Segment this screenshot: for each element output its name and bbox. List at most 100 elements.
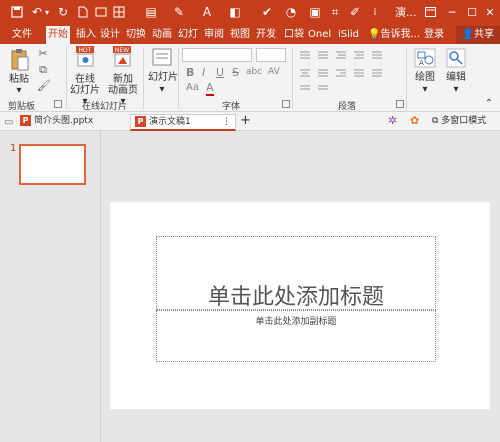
- multi-window-icon: ⧉: [432, 116, 442, 126]
- slide-layout-icon[interactable]: [152, 48, 172, 69]
- new-slide-icon[interactable]: [92, 3, 110, 21]
- shapes-icon[interactable]: ◧: [226, 3, 244, 21]
- separator: [66, 47, 67, 109]
- tab-home[interactable]: 开始: [46, 26, 70, 44]
- tab-pocket[interactable]: 口袋: [282, 26, 306, 44]
- online-slides-group-label: 在线幻灯片: [82, 102, 128, 112]
- paste-dropdown-icon[interactable]: ▾: [14, 85, 24, 96]
- slide-number: 1: [10, 143, 17, 154]
- window-icon[interactable]: ▣: [306, 3, 324, 21]
- italic-button[interactable]: I: [202, 66, 205, 79]
- format-painter-brush-icon[interactable]: 🖌: [37, 80, 51, 92]
- ribbon-display-icon[interactable]: [420, 2, 440, 22]
- drawing-icon[interactable]: A: [414, 48, 436, 71]
- tab-insert[interactable]: 插入: [74, 26, 98, 44]
- user-icon: 👤: [461, 29, 474, 40]
- close-icon[interactable]: ✕: [480, 2, 500, 22]
- tab-animations[interactable]: 动画: [150, 26, 174, 44]
- subtitle-placeholder[interactable]: 单击此处添加副标题: [156, 310, 436, 362]
- ribbon-tab-bar: 文件 开始 插入 设计 切换 动画 幻灯 审阅 视图 开发 口袋 Onel iS…: [0, 24, 500, 44]
- separator: [406, 47, 407, 109]
- ribbon: 粘贴 ▾ ✂ ⧉ 🖌 剪贴板 HOT 在线 幻灯片 ▾ NEW 新加 动画页 ▾ 在…: [0, 44, 500, 112]
- magic-wand-icon[interactable]: ✲: [388, 113, 397, 130]
- font-family-combo[interactable]: [182, 48, 252, 62]
- customize-icon[interactable]: ⁞: [366, 3, 384, 21]
- paragraph-formatting-icons[interactable]: [298, 50, 398, 99]
- new-tab-button[interactable]: +: [240, 113, 251, 130]
- slide-thumbnail-pane: 1: [0, 131, 101, 442]
- sign-in-link[interactable]: 登录: [422, 26, 446, 44]
- pen-icon[interactable]: ✐: [346, 3, 364, 21]
- clipboard-launcher-icon[interactable]: [54, 100, 62, 108]
- collapse-ribbon-icon[interactable]: ⌃: [484, 98, 494, 109]
- document-tab-bar: ▭ P 简介头图.pptx P 演示文稿1 ⋮ + ✲ ✿ ⧉ 多窗口模式: [0, 112, 500, 131]
- lightbulb-icon: 💡: [368, 29, 381, 40]
- tab-review[interactable]: 审阅: [202, 26, 226, 44]
- doctab-intro-pptx[interactable]: P 简介头图.pptx: [16, 114, 97, 131]
- tab-view[interactable]: 视图: [228, 26, 252, 44]
- copy-icon[interactable]: ⧉: [37, 64, 49, 76]
- separator: [143, 47, 144, 109]
- clock-icon[interactable]: ◔: [282, 3, 300, 21]
- new-animation-page-icon[interactable]: NEW: [113, 46, 133, 71]
- document-icon: ▭: [4, 117, 14, 128]
- paste-label: 粘贴: [9, 74, 29, 85]
- format-painter-icon[interactable]: ✎: [170, 3, 188, 21]
- crop-icon[interactable]: ⌗: [326, 3, 344, 21]
- underline-button[interactable]: U: [216, 66, 224, 79]
- title-placeholder[interactable]: 单击此处添加标题: [156, 236, 436, 310]
- cut-icon[interactable]: ✂: [37, 48, 49, 60]
- slide-thumbnail[interactable]: [19, 144, 86, 185]
- font-group-label: 字体: [222, 102, 241, 112]
- minimize-icon[interactable]: ─: [442, 2, 462, 22]
- redo-icon[interactable]: ↻: [54, 3, 72, 21]
- character-spacing-button[interactable]: AV: [268, 67, 280, 77]
- online-slides-icon[interactable]: HOT: [76, 46, 96, 71]
- slide-editing-area: 单击此处添加标题 单击此处添加副标题: [102, 131, 500, 442]
- check-icon[interactable]: ✔: [258, 3, 276, 21]
- font-color-button[interactable]: A: [206, 81, 214, 96]
- bold-button[interactable]: B: [186, 66, 194, 79]
- tab-transitions[interactable]: 切换: [124, 26, 148, 44]
- arrange-icon[interactable]: ▤: [142, 3, 160, 21]
- window-title: 演...: [395, 6, 417, 19]
- tab-onenote[interactable]: Onel: [306, 26, 333, 44]
- share-button[interactable]: 👤共享: [455, 26, 500, 44]
- find-icon[interactable]: [446, 48, 466, 71]
- tab-menu-icon[interactable]: ⋮: [222, 115, 231, 130]
- new-document-icon[interactable]: [74, 3, 92, 21]
- undo-dropdown-icon[interactable]: ▾: [42, 3, 52, 21]
- slide-layout-dropdown-icon[interactable]: ▾: [157, 84, 167, 95]
- slide-layout-label: 幻灯片: [148, 72, 178, 83]
- paragraph-launcher-icon[interactable]: [396, 100, 404, 108]
- change-case-button[interactable]: Aa: [186, 82, 199, 93]
- tab-design[interactable]: 设计: [98, 26, 122, 44]
- slide-canvas[interactable]: 单击此处添加标题 单击此处添加副标题: [110, 202, 490, 409]
- clipboard-group-label: 剪贴板: [8, 102, 36, 112]
- text-box-icon[interactable]: A: [198, 3, 216, 21]
- editing-dropdown-icon[interactable]: ▾: [451, 84, 461, 95]
- strikethrough-button[interactable]: S: [232, 66, 239, 79]
- settings-gear-icon[interactable]: ✿: [410, 113, 419, 130]
- save-icon[interactable]: [8, 3, 26, 21]
- font-launcher-icon[interactable]: [282, 100, 290, 108]
- drawing-dropdown-icon[interactable]: ▾: [420, 84, 430, 95]
- separator: [292, 47, 293, 109]
- separator: [178, 47, 179, 109]
- drawing-label: 绘图: [415, 72, 435, 83]
- font-size-combo[interactable]: [256, 48, 286, 62]
- doctab-presentation1[interactable]: P 演示文稿1 ⋮: [130, 114, 236, 131]
- multi-window-mode-button[interactable]: ⧉ 多窗口模式: [430, 114, 488, 131]
- tab-slideshow[interactable]: 幻灯: [176, 26, 200, 44]
- paragraph-group-label: 段落: [338, 102, 357, 112]
- tab-file[interactable]: 文件: [10, 26, 34, 44]
- text-shadow-button[interactable]: abc: [246, 67, 262, 77]
- svg-text:HOT: HOT: [79, 47, 92, 54]
- paste-icon[interactable]: [10, 48, 30, 75]
- maximize-icon[interactable]: ☐: [462, 2, 482, 22]
- table-icon[interactable]: [110, 3, 128, 21]
- tab-islide[interactable]: iSlid: [336, 26, 361, 44]
- tell-me-search[interactable]: 💡告诉我...: [366, 26, 422, 44]
- svg-text:A: A: [419, 59, 424, 67]
- tab-developer[interactable]: 开发: [254, 26, 278, 44]
